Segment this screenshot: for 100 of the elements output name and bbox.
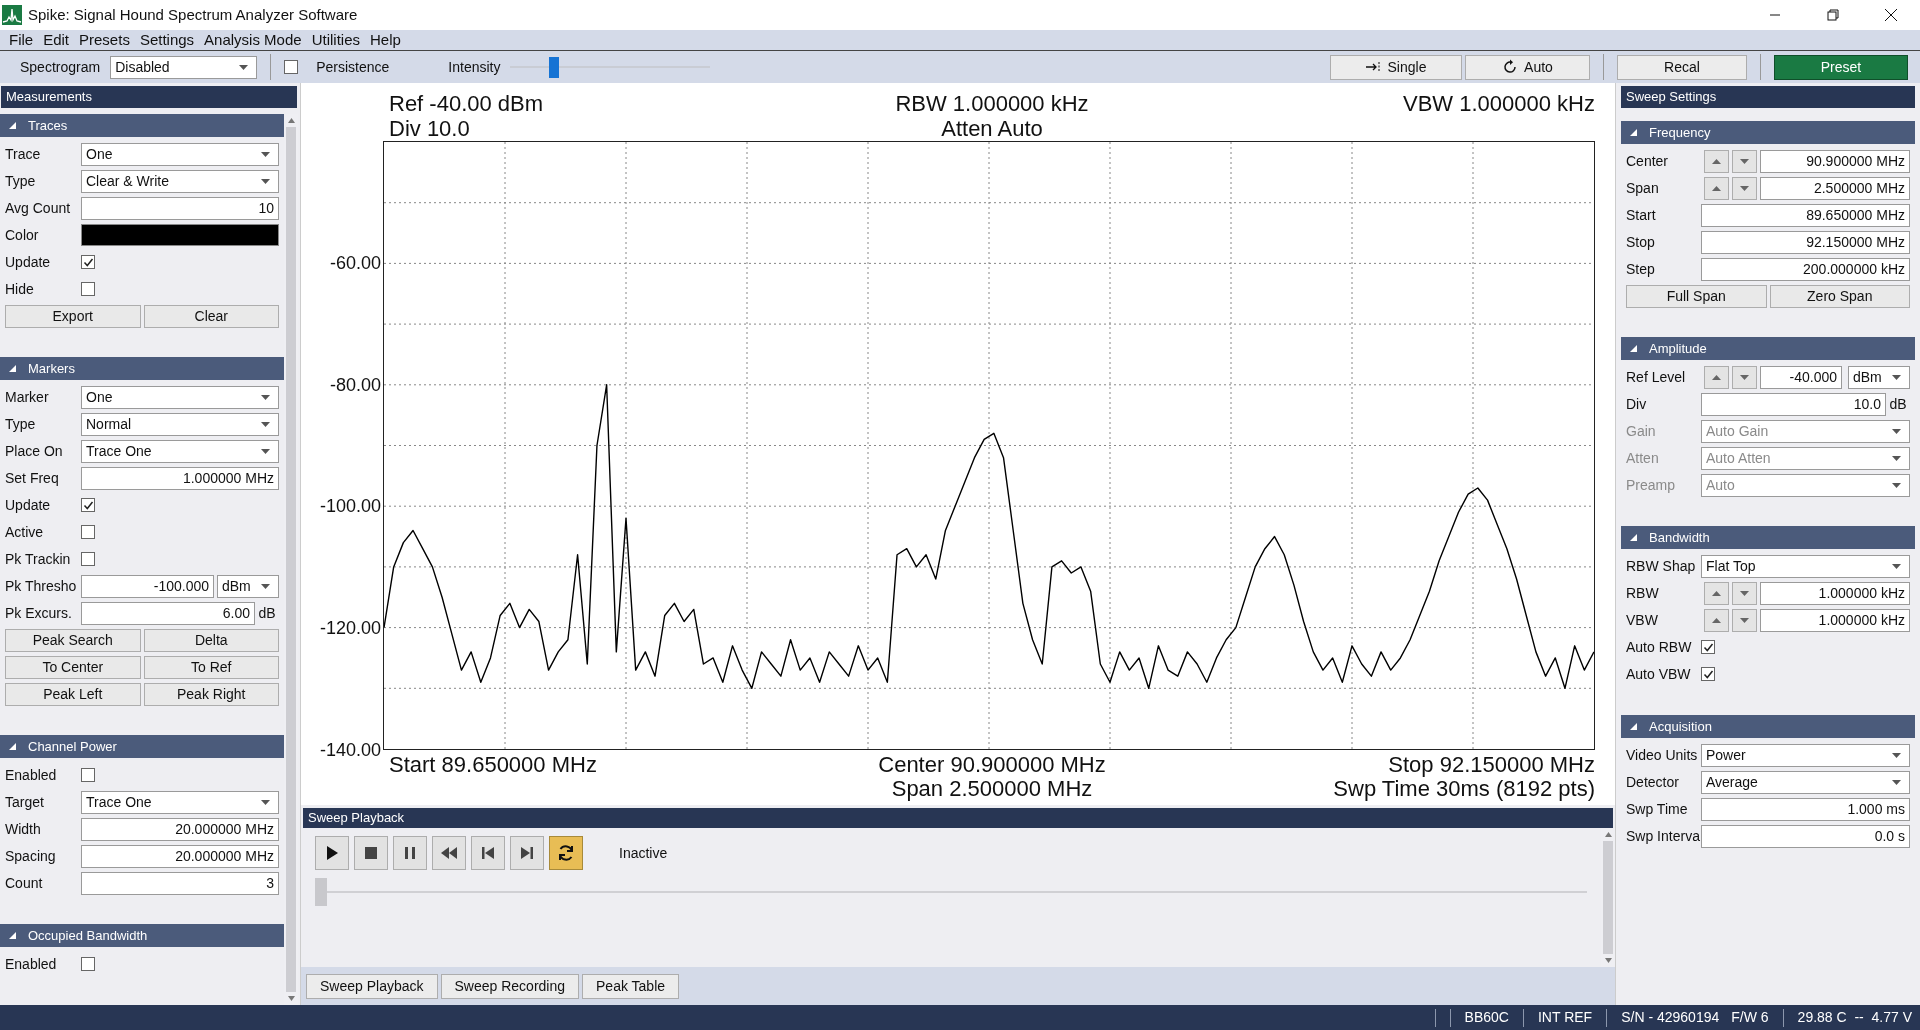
bottom-tab[interactable]: Peak Table xyxy=(582,973,680,999)
dropdown[interactable]: One xyxy=(81,142,279,166)
dropdown[interactable]: Flat Top xyxy=(1701,554,1910,578)
increase-button[interactable] xyxy=(1704,149,1729,173)
section-header[interactable]: Acquisition xyxy=(1621,715,1915,738)
value-field[interactable]: 2.500000 MHz xyxy=(1760,176,1910,200)
playback-button[interactable] xyxy=(471,836,505,870)
value-field[interactable]: 1.000000 kHz xyxy=(1760,581,1910,605)
value-field[interactable]: -40.000 xyxy=(1760,365,1842,389)
playback-button[interactable] xyxy=(432,836,466,870)
playback-slider[interactable] xyxy=(315,878,1587,906)
menu-item[interactable]: Analysis Mode xyxy=(199,28,307,52)
checkbox[interactable] xyxy=(1701,667,1715,681)
decrease-button[interactable] xyxy=(1732,608,1757,632)
decrease-button[interactable] xyxy=(1732,581,1757,605)
increase-button[interactable] xyxy=(1704,176,1729,200)
value-field[interactable]: 1.000000 MHz xyxy=(81,466,279,490)
slider-thumb[interactable] xyxy=(549,56,560,78)
panel-button[interactable]: Peak Left xyxy=(5,682,141,706)
checkbox[interactable] xyxy=(81,768,95,782)
checkbox[interactable] xyxy=(81,498,95,512)
dropdown[interactable]: dBm xyxy=(1848,365,1910,389)
checkbox[interactable] xyxy=(81,282,95,296)
section-header[interactable]: Amplitude xyxy=(1621,337,1915,360)
bottom-tab[interactable]: Sweep Playback xyxy=(306,973,438,999)
value-field[interactable]: 20.000000 MHz xyxy=(81,817,279,841)
decrease-button[interactable] xyxy=(1732,176,1757,200)
section-header[interactable]: Bandwidth xyxy=(1621,526,1915,549)
checkbox[interactable] xyxy=(1701,640,1715,654)
dropdown[interactable]: Average xyxy=(1701,770,1910,794)
panel-button[interactable]: Peak Right xyxy=(143,682,279,706)
spectrogram-label: Spectrogram xyxy=(20,57,101,77)
increase-button[interactable] xyxy=(1704,581,1729,605)
value-field[interactable]: 200.000000 kHz xyxy=(1701,257,1910,281)
playback-button[interactable] xyxy=(315,836,349,870)
dropdown[interactable]: Clear & Write xyxy=(81,169,279,193)
section-header[interactable]: Channel Power xyxy=(0,735,284,758)
panel-button[interactable]: To Ref xyxy=(143,655,279,679)
dropdown[interactable]: Disabled xyxy=(110,55,258,79)
section-header[interactable]: Traces xyxy=(0,114,284,137)
value-field[interactable]: 89.650000 MHz xyxy=(1701,203,1910,227)
scroll-down-icon[interactable] xyxy=(1604,958,1612,963)
slider-thumb[interactable] xyxy=(315,878,327,906)
menu-item[interactable]: Settings xyxy=(134,28,200,52)
value-field[interactable]: 1.000000 kHz xyxy=(1760,608,1910,632)
scroll-down-icon[interactable] xyxy=(287,996,295,1001)
dropdown[interactable]: One xyxy=(81,385,279,409)
color-swatch[interactable] xyxy=(81,224,279,246)
value-field[interactable]: 6.00 xyxy=(81,601,255,625)
value-field[interactable]: 1.000 ms xyxy=(1701,797,1910,821)
field-label: Avg Count xyxy=(5,198,72,218)
checkbox[interactable] xyxy=(284,60,299,74)
checkbox[interactable] xyxy=(81,525,95,539)
playback-button[interactable] xyxy=(354,836,388,870)
bottom-tab[interactable]: Sweep Recording xyxy=(440,973,580,999)
scroll-up-icon[interactable] xyxy=(287,118,295,123)
value-field[interactable]: 10.0 xyxy=(1701,392,1886,416)
value-field[interactable]: 3 xyxy=(81,871,279,895)
dropdown[interactable]: Trace One xyxy=(81,790,279,814)
decrease-button[interactable] xyxy=(1732,365,1757,389)
value-field[interactable]: 0.0 s xyxy=(1701,824,1910,848)
value-field[interactable]: 20.000000 MHz xyxy=(81,844,279,868)
panel-button[interactable]: Peak Search xyxy=(5,628,141,652)
value-field[interactable]: 92.150000 MHz xyxy=(1701,230,1910,254)
section-header[interactable]: Frequency xyxy=(1621,121,1915,144)
section-header[interactable]: Markers xyxy=(0,357,284,380)
single-sweep-button[interactable]: Single xyxy=(1330,54,1462,80)
dropdown[interactable]: Power xyxy=(1701,743,1910,767)
panel-button[interactable]: Clear xyxy=(143,304,279,328)
checkbox[interactable] xyxy=(81,957,95,971)
section-header[interactable]: Occupied Bandwidth xyxy=(0,924,284,947)
recal-button[interactable]: Recal xyxy=(1617,54,1747,80)
auto-sweep-button[interactable]: Auto xyxy=(1465,54,1590,80)
menu-item[interactable]: Edit xyxy=(38,28,75,52)
intensity-slider[interactable] xyxy=(510,56,711,78)
increase-button[interactable] xyxy=(1704,608,1729,632)
value-field[interactable]: -100.000 xyxy=(81,574,214,598)
playback-button[interactable] xyxy=(549,836,583,870)
scroll-up-icon[interactable] xyxy=(1604,832,1612,837)
value-field[interactable]: 90.900000 MHz xyxy=(1760,149,1910,173)
panel-button[interactable]: Full Span xyxy=(1626,284,1767,308)
preset-button[interactable]: Preset xyxy=(1774,54,1908,80)
menu-item[interactable]: Presets xyxy=(74,28,135,52)
checkbox[interactable] xyxy=(81,255,95,269)
panel-button[interactable]: Export xyxy=(5,304,141,328)
dropdown[interactable]: dBm xyxy=(217,574,279,598)
dropdown[interactable]: Normal xyxy=(81,412,279,436)
dropdown[interactable]: Trace One xyxy=(81,439,279,463)
playback-button[interactable] xyxy=(393,836,427,870)
value-field[interactable]: 10 xyxy=(81,196,279,220)
panel-button[interactable]: Delta xyxy=(143,628,279,652)
panel-button[interactable]: To Center xyxy=(5,655,141,679)
playback-button[interactable] xyxy=(510,836,544,870)
increase-button[interactable] xyxy=(1704,365,1729,389)
menu-item[interactable]: File xyxy=(4,28,39,52)
menu-item[interactable]: Help xyxy=(365,28,406,52)
menu-item[interactable]: Utilities xyxy=(306,28,365,52)
decrease-button[interactable] xyxy=(1732,149,1757,173)
checkbox[interactable] xyxy=(81,552,95,566)
panel-button[interactable]: Zero Span xyxy=(1769,284,1910,308)
